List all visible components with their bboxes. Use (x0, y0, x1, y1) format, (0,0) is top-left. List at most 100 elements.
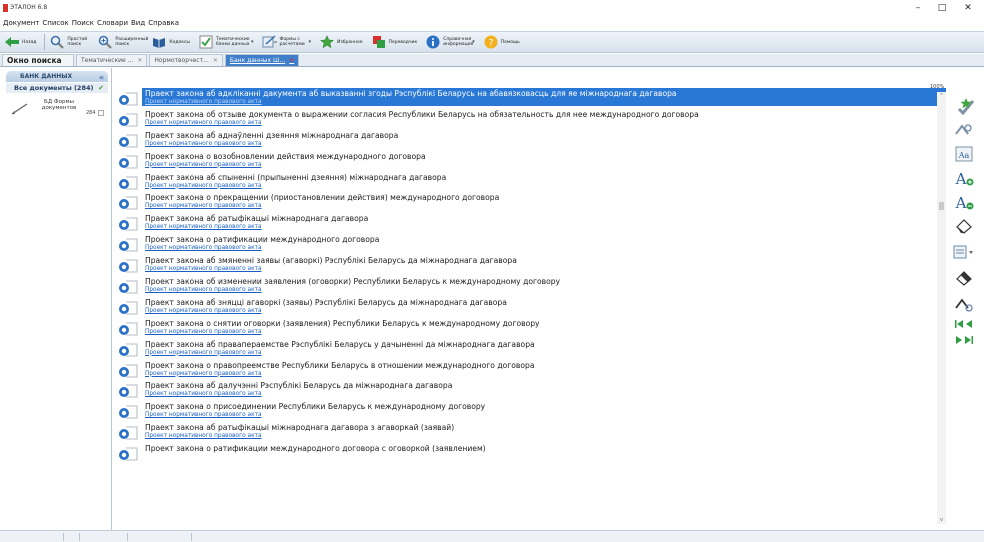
close-button[interactable]: ✕ (956, 2, 980, 15)
help-button[interactable]: ? Помощь (481, 33, 522, 52)
document-title[interactable]: Проект закона о правопреемстве Республик… (145, 361, 534, 370)
document-row[interactable]: Праект закона аб змяненні заявы (агаворк… (114, 255, 946, 276)
tab-thematic[interactable]: Тематические ... ✕ (76, 54, 148, 67)
document-title[interactable]: Праект закона аб ратыфікацыі міжнароднаг… (145, 423, 454, 432)
increase-font-button[interactable]: A (952, 170, 976, 188)
document-title[interactable]: Праект закона аб адкліканні дакумента аб… (145, 89, 677, 98)
document-type-link[interactable]: Проект нормативного правового акта (145, 371, 262, 377)
translator-button[interactable]: Переводчик (369, 33, 420, 52)
document-type-link[interactable]: Проект нормативного правового акта (145, 120, 262, 126)
document-type-link[interactable]: Проект нормативного правового акта (145, 329, 262, 335)
document-row[interactable]: Проект закона о прекращении (приостановл… (114, 192, 946, 213)
back-button[interactable]: Назад (2, 33, 38, 52)
menu-help[interactable]: Справка (148, 18, 182, 30)
compare-button[interactable] (952, 296, 976, 314)
document-type-link[interactable]: Проект нормативного правового акта (145, 287, 262, 293)
document-title[interactable]: Праект закона аб ратыфікацыі міжнароднаг… (145, 214, 368, 223)
document-type-link[interactable]: Проект нормативного правового акта (145, 99, 262, 105)
reference-info-button[interactable]: Справочная информация ▾ (423, 33, 477, 52)
collapse-chevron-icon[interactable]: « (99, 72, 104, 83)
scroll-thumb[interactable] (939, 202, 944, 210)
document-title[interactable]: Проект закона о ратификации международно… (145, 235, 379, 244)
document-type-link[interactable]: Проект нормативного правового акта (145, 203, 262, 209)
document-row[interactable]: Проект закона о ратификации международно… (114, 234, 946, 255)
codes-button[interactable]: Кодексы (149, 33, 192, 52)
document-row[interactable]: Проект закона о ратификации международно… (114, 443, 946, 464)
document-type-link[interactable]: Проект нормативного правового акта (145, 391, 262, 397)
search-in-list-button[interactable] (952, 122, 976, 140)
menu-search[interactable]: Поиск (72, 18, 97, 30)
menu-list[interactable]: Список (42, 18, 71, 30)
document-card-button[interactable] (952, 244, 976, 262)
next-last-button[interactable] (952, 332, 976, 350)
tab-lawmaking[interactable]: Нормотворчест... ✕ (149, 54, 223, 67)
document-row[interactable]: Праект закона аб адкліканні дакумента аб… (114, 88, 946, 109)
document-title[interactable]: Праект закона аб зняцці агаворкі (заявы)… (145, 298, 507, 307)
databank-forms-item[interactable]: БД Формы документов 284 (6, 98, 108, 122)
document-row[interactable]: Праект закона аб аднаўленні дзеяння міжн… (114, 130, 946, 151)
document-type-link[interactable]: Проект нормативного правового акта (145, 162, 262, 168)
document-type-link[interactable]: Проект нормативного правового акта (145, 183, 262, 189)
databank-header[interactable]: БАНК ДАННЫХ « (6, 71, 108, 82)
close-tab-icon[interactable]: ✕ (137, 55, 142, 67)
document-type-link[interactable]: Проект нормативного правового акта (145, 245, 262, 251)
document-title[interactable]: Праект закона аб далучэнні Рэспублікі Бе… (145, 381, 452, 390)
document-row[interactable]: Праект закона аб далучэнні Рэспублікі Бе… (114, 380, 946, 401)
thematic-banks-button[interactable]: Тематические банки данных ▾ (196, 33, 256, 52)
document-title[interactable]: Проект закона о присоединении Республики… (145, 402, 485, 411)
tab-databank[interactable]: Банк данных Ш... ✕ (224, 54, 300, 67)
databank-checkbox[interactable] (98, 110, 104, 116)
document-title[interactable]: Проект закона об отзыве документа о выра… (145, 110, 699, 119)
document-title[interactable]: Проект закона о прекращении (приостановл… (145, 193, 499, 202)
document-row[interactable]: Праект закона аб ратыфікацыі міжнароднаг… (114, 422, 946, 443)
document-row[interactable]: Праект закона аб ратыфікацыі міжнароднаг… (114, 213, 946, 234)
hide-marks-button[interactable] (952, 270, 976, 288)
document-row[interactable]: Проект закона о правопреемстве Республик… (114, 360, 946, 381)
scroll-up-icon[interactable]: ^ (937, 92, 946, 100)
document-title[interactable]: Праект закона аб аднаўленні дзеяння міжн… (145, 131, 398, 140)
scroll-down-icon[interactable]: v (937, 516, 946, 524)
document-type-link[interactable]: Проект нормативного правового акта (145, 266, 262, 272)
document-type-link[interactable]: Проект нормативного правового акта (145, 350, 262, 356)
document-type-link[interactable]: Проект нормативного правового акта (145, 412, 262, 418)
chevron-down-icon[interactable]: ▾ (309, 39, 312, 45)
document-type-link[interactable]: Проект нормативного правового акта (145, 308, 262, 314)
document-title[interactable]: Проект закона об изменении заявления (ог… (145, 277, 560, 286)
text-view-button[interactable]: Aa (952, 146, 976, 164)
document-row[interactable]: Праект закона аб спыненні (прыпыненні дз… (114, 172, 946, 193)
document-row[interactable]: Праект закона аб зняцці агаворкі (заявы)… (114, 297, 946, 318)
clear-marks-button[interactable] (952, 218, 976, 236)
document-row[interactable]: Проект закона об отзыве документа о выра… (114, 109, 946, 130)
simple-search-button[interactable]: Простой поиск (47, 33, 91, 52)
decrease-font-button[interactable]: A (952, 194, 976, 212)
close-tab-icon[interactable]: ✕ (213, 55, 218, 67)
document-row[interactable]: Проект закона об изменении заявления (ог… (114, 276, 946, 297)
document-title[interactable]: Проект закона о ратификации международно… (145, 444, 486, 453)
add-to-favorites-button[interactable] (952, 98, 976, 116)
favorites-button[interactable]: Избранное (317, 33, 365, 52)
maximize-button[interactable]: □ (930, 2, 954, 15)
menu-document[interactable]: Документ (3, 18, 42, 30)
document-row[interactable]: Проект закона о возобновлении действия м… (114, 151, 946, 172)
document-row[interactable]: Проект закона о присоединении Республики… (114, 401, 946, 422)
document-title[interactable]: Праект закона аб правапераемстве Рэспубл… (145, 340, 535, 349)
tab-search-window[interactable]: Окно поиска (2, 54, 74, 66)
document-title[interactable]: Проект закона о возобновлении действия м… (145, 152, 426, 161)
menu-dictionaries[interactable]: Словари (97, 18, 131, 30)
menu-view[interactable]: Вид (131, 18, 148, 30)
all-documents-item[interactable]: Все документы (284) ✔ (6, 83, 108, 93)
forms-button[interactable]: Формы с расчетами ▾ (260, 33, 314, 52)
document-type-link[interactable]: Проект нормативного правового акта (145, 224, 262, 230)
document-row[interactable]: Проект закона о снятии оговорки (заявлен… (114, 318, 946, 339)
document-title[interactable]: Праект закона аб спыненні (прыпыненні дз… (145, 173, 446, 182)
chevron-down-icon[interactable]: ▾ (472, 39, 475, 45)
list-scrollbar[interactable]: ^ v (937, 92, 946, 524)
document-type-link[interactable]: Проект нормативного правового акта (145, 433, 262, 439)
document-title[interactable]: Праект закона аб змяненні заявы (агаворк… (145, 256, 517, 265)
minimize-button[interactable]: – (906, 2, 930, 15)
close-tab-icon[interactable]: ✕ (289, 55, 294, 67)
extended-search-button[interactable]: Расширенный поиск (95, 33, 148, 52)
chevron-down-icon[interactable]: ▾ (251, 39, 254, 45)
document-row[interactable]: Праект закона аб правапераемстве Рэспубл… (114, 339, 946, 360)
document-type-link[interactable]: Проект нормативного правового акта (145, 141, 262, 147)
